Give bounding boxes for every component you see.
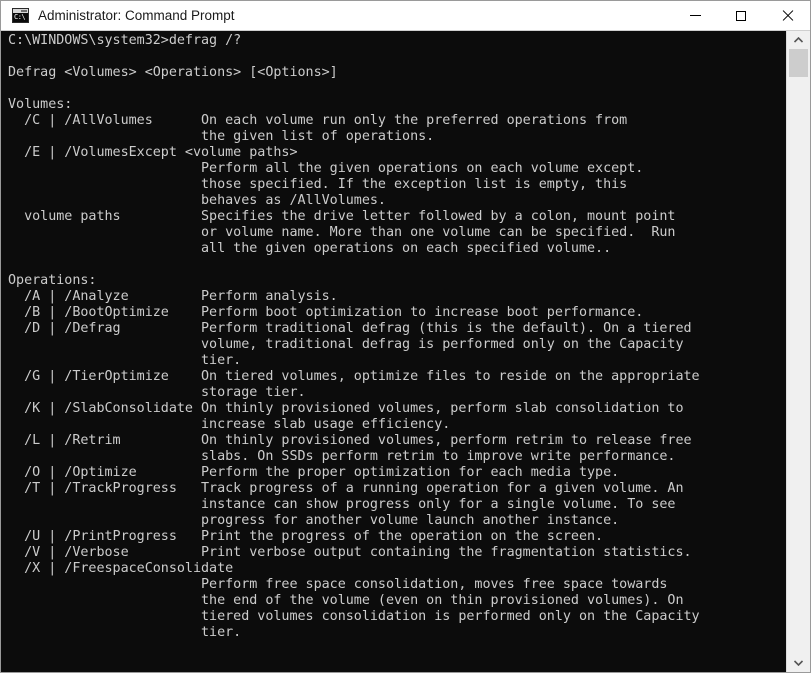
window-client-area: C:\WINDOWS\system32>defrag /? Defrag <Vo… [1, 30, 810, 672]
maximize-icon [736, 10, 746, 21]
titlebar-left-group: C:\ Administrator: Command Prompt [1, 8, 672, 23]
scrollbar-down-button[interactable] [787, 654, 810, 672]
scrollbar-track[interactable] [787, 49, 810, 654]
chevron-down-icon [794, 660, 803, 666]
console-scrollbar[interactable] [786, 31, 810, 672]
cmd-icon: C:\ [12, 8, 29, 23]
scrollbar-up-button[interactable] [787, 31, 810, 49]
minimize-button[interactable] [672, 1, 718, 30]
minimize-icon [689, 15, 701, 16]
close-icon [782, 10, 793, 21]
console-text: C:\WINDOWS\system32>defrag /? Defrag <Vo… [8, 33, 700, 640]
close-button[interactable] [764, 1, 810, 30]
window-titlebar[interactable]: C:\ Administrator: Command Prompt [1, 1, 810, 30]
chevron-up-icon [794, 37, 803, 43]
command-prompt-window: C:\ Administrator: Command Prompt C:\WIN… [0, 0, 811, 673]
window-title: Administrator: Command Prompt [38, 8, 235, 23]
cmd-icon-text: C:\ [14, 13, 26, 21]
maximize-button[interactable] [718, 1, 764, 30]
console-output-area[interactable]: C:\WINDOWS\system32>defrag /? Defrag <Vo… [1, 31, 786, 672]
scrollbar-thumb[interactable] [789, 49, 808, 77]
window-controls [672, 1, 810, 30]
cmd-icon-dots [21, 10, 27, 12]
